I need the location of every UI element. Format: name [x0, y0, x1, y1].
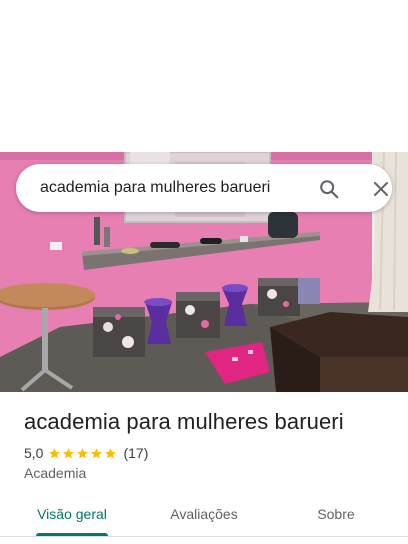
- search-icon[interactable]: [316, 176, 342, 202]
- place-category: Academia: [24, 465, 87, 481]
- tab-about[interactable]: Sobre: [288, 492, 384, 536]
- search-input[interactable]: academia para mulheres barueri: [40, 164, 270, 212]
- star-icon: [63, 447, 75, 458]
- review-count: (17): [123, 445, 149, 461]
- tabs-divider: [0, 536, 408, 537]
- star-rating: [48, 447, 118, 460]
- close-icon[interactable]: [368, 176, 394, 202]
- star-icon: [91, 447, 103, 458]
- search-bar[interactable]: academia para mulheres barueri: [16, 164, 392, 212]
- rating-value: 5,0: [24, 445, 44, 461]
- rating-row[interactable]: 5,0 (17): [24, 444, 148, 462]
- place-title: academia para mulheres barueri: [24, 409, 344, 434]
- star-icon: [49, 447, 61, 458]
- star-icon: [105, 447, 117, 458]
- tab-overview[interactable]: Visão geral: [24, 492, 120, 536]
- tab-reviews[interactable]: Avaliações: [156, 492, 252, 536]
- tab-bar: Visão geral Avaliações Sobre: [0, 492, 408, 537]
- star-icon: [77, 447, 89, 458]
